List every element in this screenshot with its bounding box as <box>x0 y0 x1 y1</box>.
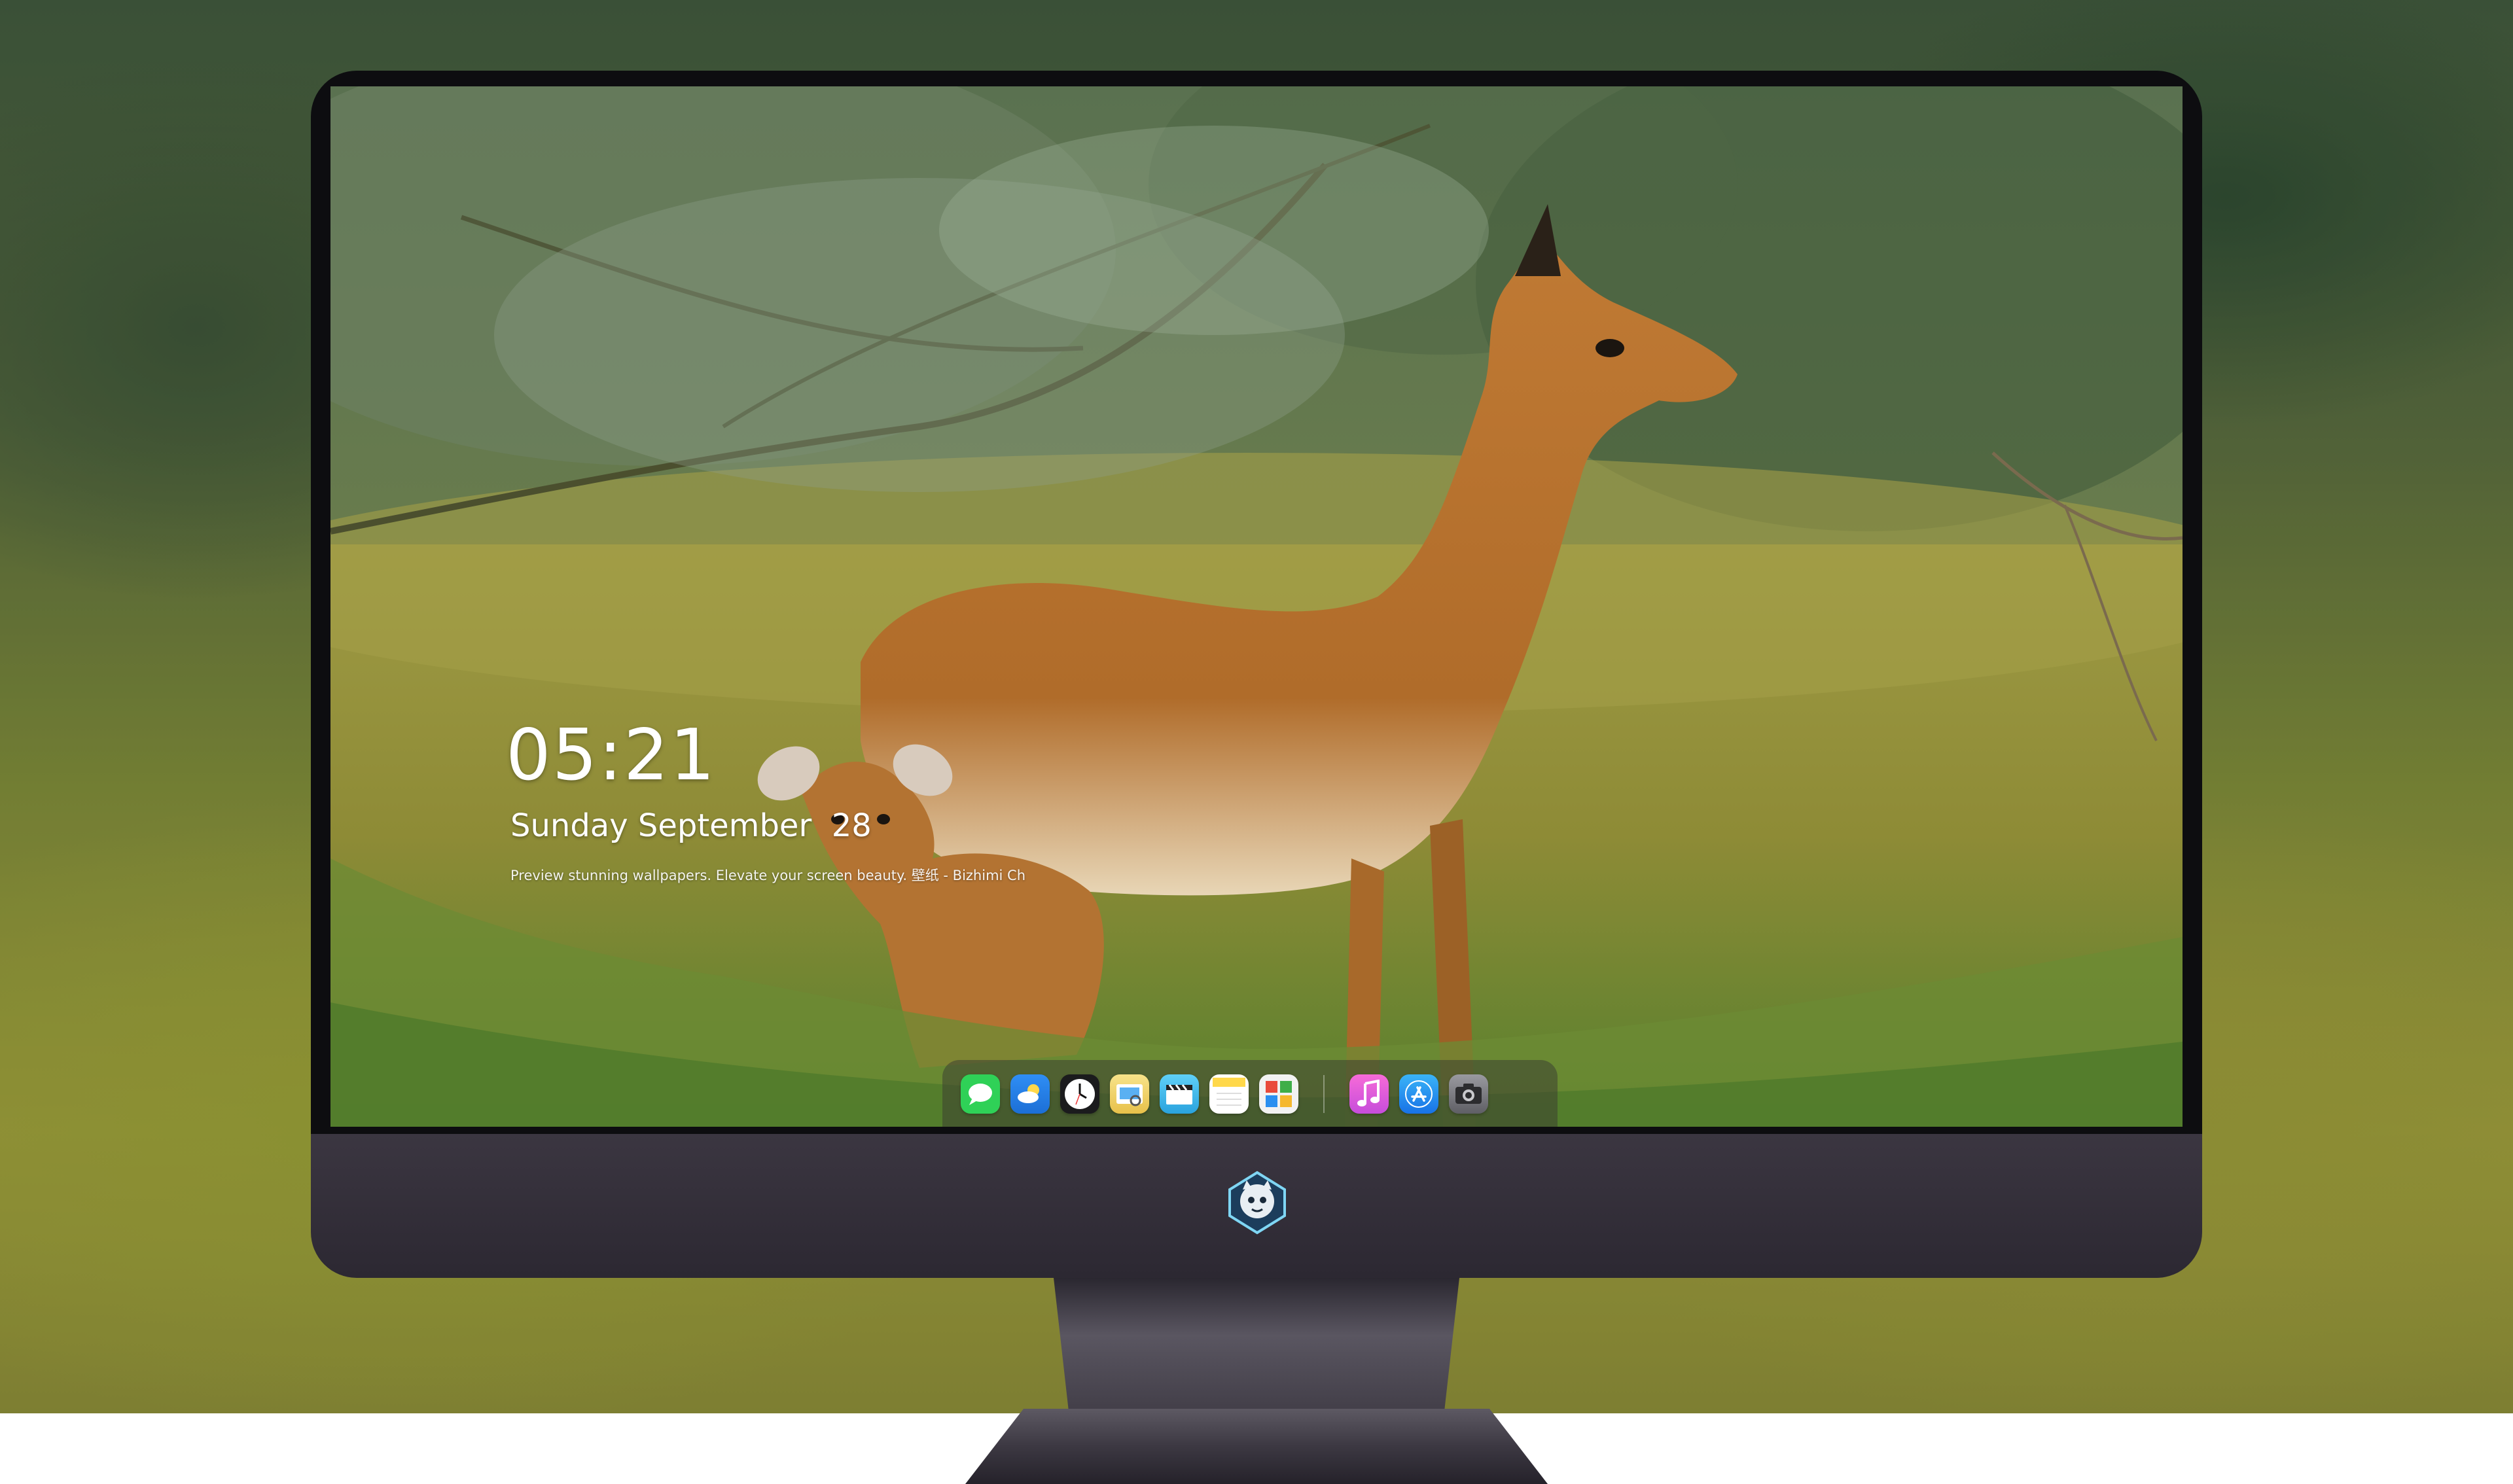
dock <box>942 1060 1558 1127</box>
dock-separator <box>1323 1075 1325 1113</box>
lock-clock: 05:21 <box>506 715 717 796</box>
preview-icon[interactable] <box>1110 1074 1149 1114</box>
music-icon[interactable] <box>1349 1074 1389 1114</box>
mascot-logo-icon <box>1226 1170 1289 1235</box>
wallpaper-tagline: Preview stunning wallpapers. Elevate you… <box>510 868 1026 883</box>
camera-icon[interactable] <box>1449 1074 1488 1114</box>
monitor: 05:21 Sunday September 28 Preview stunni… <box>311 71 2202 1484</box>
photo-grid-icon[interactable] <box>1259 1074 1298 1114</box>
messages-icon[interactable] <box>961 1074 1000 1114</box>
app-store-icon[interactable] <box>1399 1074 1438 1114</box>
lock-screen: 05:21 Sunday September 28 Preview stunni… <box>330 86 2183 1127</box>
monitor-stand-base <box>965 1409 1548 1484</box>
monitor-stand <box>1054 1278 1459 1422</box>
notes-icon[interactable] <box>1209 1074 1249 1114</box>
weather-icon[interactable] <box>1010 1074 1050 1114</box>
clock-icon[interactable] <box>1060 1074 1099 1114</box>
wallpaper-impala <box>330 86 2183 1127</box>
lock-date: Sunday September 28 <box>510 807 872 844</box>
clapperboard-icon[interactable] <box>1160 1074 1199 1114</box>
